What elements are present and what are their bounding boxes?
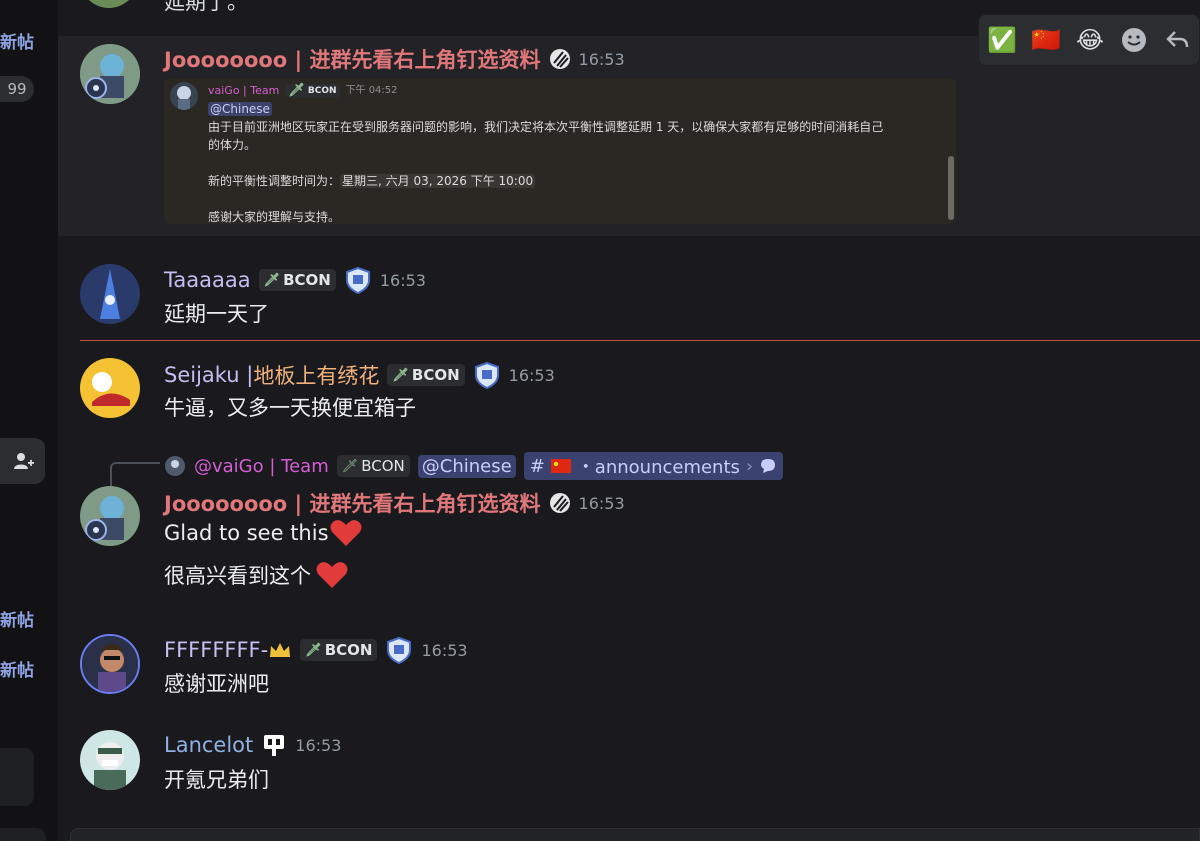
reply-author[interactable]: @vaiGo | Team (194, 456, 329, 477)
username-row: Seijaku | 地板上有绣花 🗡 BCON 16:53 (164, 360, 555, 390)
add-user-icon (13, 453, 34, 469)
reply-preview[interactable]: @vaiGo | Team 🗡 BCON @Chinese # ・announce… (164, 452, 784, 480)
crown-icon (270, 643, 291, 657)
message-text: 感谢亚洲吧 (164, 672, 269, 696)
message-text: Glad to see this (164, 521, 329, 545)
message-line: 很高兴看到这个 (164, 560, 349, 590)
channel-name: ・announcements (576, 457, 740, 478)
red-heart-icon (330, 520, 362, 546)
reply-arrow-icon[interactable] (1163, 25, 1193, 55)
username[interactable]: Seijaku | (164, 363, 253, 387)
new-post-label[interactable]: 新帖 (0, 28, 34, 53)
mention[interactable]: @Chinese (208, 102, 272, 116)
embed-timestamp: 下午 04:52 (345, 85, 398, 96)
timestamp: 16:53 (508, 365, 555, 385)
avatar[interactable] (80, 264, 140, 324)
message-line: Glad to see this (164, 518, 363, 548)
embed-text: 感谢大家的理解与支持。 (208, 210, 341, 224)
new-messages-divider (80, 340, 1200, 341)
unread-count-badge[interactable]: 99 (0, 76, 34, 102)
chat-area: 延期了。 Joooooooo | 进群先看右上角钉选资料 16:53 vaiGo… (58, 0, 1200, 841)
message-input[interactable] (70, 828, 1200, 841)
chat-bubble-icon (761, 459, 776, 473)
red-heart-icon (316, 562, 348, 588)
role-tag: 🗡 BCON (258, 269, 336, 291)
shield-badge-icon (474, 361, 499, 389)
embed-text: 的体力。 (208, 138, 257, 152)
username-row: Joooooooo | 进群先看右上角钉选资料 16:53 (164, 488, 625, 518)
smile-icon[interactable] (1119, 25, 1149, 55)
embed-author: vaiGo | Team (208, 84, 280, 97)
role-icon (549, 49, 570, 69)
timestamp: 16:53 (421, 640, 468, 660)
message-text: 很高兴看到这个 (164, 564, 311, 588)
timestamp: 16:53 (379, 270, 426, 290)
avatar[interactable] (80, 44, 140, 104)
message-text: 延期了。 (164, 0, 248, 14)
hash-icon: # (529, 455, 545, 477)
role-tag: 🗡 BCON (300, 639, 378, 661)
message-text: 开氪兄弟们 (164, 768, 269, 792)
username-suffix[interactable]: 地板上有绣花 (253, 360, 379, 390)
timestamp: 16:53 (295, 735, 342, 755)
left-sidebar: 新帖 99 新帖 新帖 (0, 0, 58, 841)
role-tag: 🗡 BCON (336, 455, 410, 477)
embed-text: 新的平衡性调整时间为： (208, 174, 341, 188)
shield-badge-icon (387, 636, 412, 664)
embed-date: 星期三, 六月 03, 2026 下午 10:00 (340, 174, 536, 188)
role-tag: 🗡 BCON (285, 83, 340, 98)
username-row: Lancelot 16:53 (164, 732, 341, 758)
message-actions-toolbar: ✅ 🇨🇳 😂 (978, 14, 1200, 66)
reply-connector (110, 462, 160, 486)
avatar[interactable] (80, 486, 140, 546)
mention[interactable]: @Chinese (417, 454, 516, 478)
message-text: 延期一天了 (164, 302, 269, 326)
reaction-china-flag[interactable]: 🇨🇳 (1031, 25, 1061, 55)
badge-icon (264, 735, 285, 756)
chevron-right-icon: › (745, 455, 754, 477)
channel-link[interactable]: # ・announcements › (523, 452, 784, 480)
new-post-label[interactable]: 新帖 (0, 656, 34, 681)
username[interactable]: FFFFFFFF- (164, 638, 268, 662)
username-row: FFFFFFFF- 🗡 BCON 16:53 (164, 636, 468, 664)
role-tag: 🗡 BCON (387, 364, 465, 386)
sidebar-item[interactable] (0, 748, 34, 806)
username[interactable]: Taaaaaa (164, 268, 251, 292)
username-row: Taaaaaa 🗡 BCON 16:53 (164, 266, 426, 294)
embed-avatar (170, 82, 198, 110)
role-icon (549, 493, 570, 513)
avatar[interactable] (80, 634, 140, 694)
sidebar-item[interactable] (0, 828, 46, 841)
username[interactable]: Joooooooo | 进群先看右上角钉选资料 (164, 44, 541, 74)
embedded-message: vaiGo | Team 🗡 BCON 下午 04:52 @Chinese 由于目… (164, 78, 956, 224)
china-flag-icon (550, 459, 571, 473)
embed-scrollbar[interactable] (948, 156, 954, 220)
username-row: Joooooooo | 进群先看右上角钉选资料 16:53 (164, 44, 625, 74)
avatar[interactable] (80, 358, 140, 418)
timestamp: 16:53 (578, 493, 625, 513)
username[interactable]: Joooooooo | 进群先看右上角钉选资料 (164, 488, 541, 518)
timestamp: 16:53 (578, 49, 625, 69)
new-post-label[interactable]: 新帖 (0, 606, 34, 631)
username[interactable]: Lancelot (164, 733, 253, 757)
embed-text: 由于目前亚洲地区玩家正在受到服务器问题的影响，我们决定将本次平衡性调整延期 1 … (208, 120, 884, 134)
reaction-check[interactable]: ✅ (987, 25, 1017, 55)
message-text: 牛逼，又多一天换便宜箱子 (164, 396, 416, 420)
shield-badge-icon (345, 266, 370, 294)
add-member-button[interactable] (0, 438, 45, 484)
reaction-laughing[interactable]: 😂 (1075, 25, 1105, 55)
avatar[interactable] (80, 730, 140, 790)
avatar[interactable] (80, 0, 138, 10)
reply-avatar-icon (165, 456, 185, 476)
